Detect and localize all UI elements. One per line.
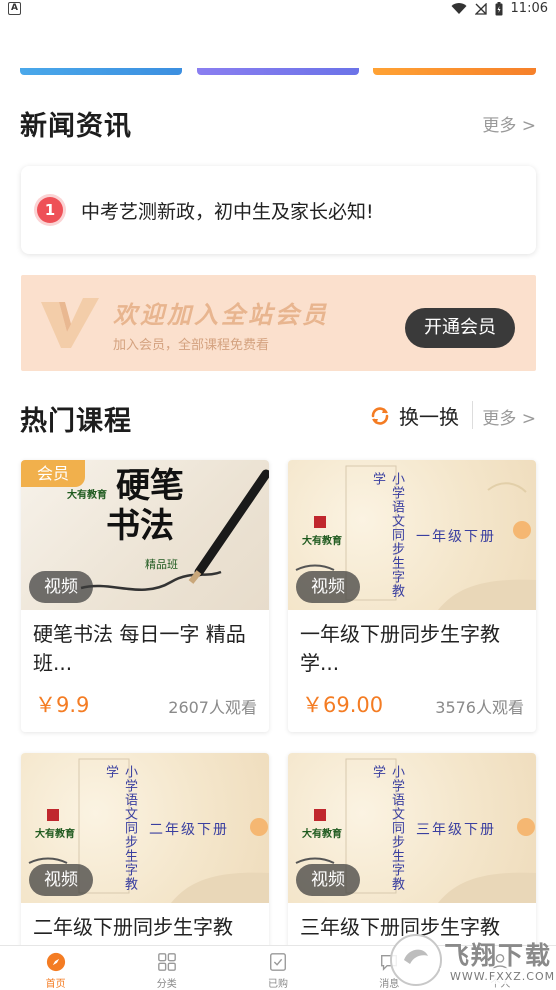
news-index-badge: 1: [37, 197, 63, 223]
course-card[interactable]: 硬笔 书法 精品班 大有教育 会员 视频 硬笔书法 每日一字 精品班... ￥9…: [21, 460, 269, 732]
thumb-brand-text: 大有教育: [35, 829, 75, 840]
open-membership-button[interactable]: 开通会员: [405, 308, 515, 348]
courses-more-link[interactable]: 更多 >: [482, 404, 536, 429]
thumb-vertical-text: 小学语文同步生字教学: [370, 472, 404, 598]
news-item[interactable]: 1 中考艺测新政，初中生及家长必知!: [21, 166, 536, 254]
video-badge: 视频: [29, 864, 93, 896]
video-badge: 视频: [296, 864, 360, 896]
compass-icon: [46, 952, 65, 972]
member-banner[interactable]: 欢迎加入全站会员 加入会员，全部课程免费看 开通会员: [21, 275, 536, 371]
course-thumbnail: 大有教育 小学语文同步生字教学 二年级下册 视频: [21, 753, 269, 903]
course-views: 2607人观看: [168, 698, 257, 717]
tab-label: 分类: [156, 979, 177, 990]
watermark-brand: 飞翔下载: [444, 941, 553, 970]
refresh-label: 换一换: [399, 405, 459, 429]
course-views: 3576人观看: [435, 698, 524, 717]
category-card-edge-blue[interactable]: [20, 68, 182, 75]
course-title: 二年级下册同步生字教: [33, 915, 233, 939]
thumb-vertical-text: 小学语文同步生字教学: [370, 765, 404, 891]
watermark-url: WWW.FXXZ.COM: [450, 970, 556, 983]
notification-app-icon: A: [8, 2, 21, 15]
member-banner-subtitle: 加入会员，全部课程免费看: [113, 338, 270, 353]
thumb-brand-text: 大有教育: [302, 536, 342, 547]
course-card[interactable]: 大有教育 小学语文同步生字教学 一年级下册 视频 一年级下册同步生字教学... …: [288, 460, 536, 732]
tab-category[interactable]: 分类: [111, 946, 222, 990]
purchased-icon: [270, 953, 286, 971]
course-thumbnail: 硬笔 书法 精品班 大有教育 会员 视频: [21, 460, 269, 610]
course-thumbnail: 大有教育 小学语文同步生字教学 一年级下册 视频: [288, 460, 536, 610]
video-badge: 视频: [296, 571, 360, 603]
thumb-calligraphy-sub: 精品班: [145, 558, 178, 571]
thumb-brand-text: 大有教育: [302, 829, 342, 840]
tab-home[interactable]: 首页: [0, 946, 111, 990]
header-divider: [472, 401, 473, 429]
member-banner-title: 欢迎加入全站会员: [113, 301, 329, 329]
status-bar: A 11:06: [0, 0, 556, 18]
news-more-link[interactable]: 更多 >: [482, 111, 536, 136]
hot-courses-section-title: 热门课程: [20, 406, 132, 437]
course-price: ￥9.9: [35, 693, 90, 717]
vip-v-logo-icon: [41, 298, 99, 348]
thumb-grade-text: 一年级下册: [416, 529, 496, 545]
wifi-icon: [451, 2, 467, 14]
member-tag: 会员: [21, 460, 85, 487]
refresh-courses-button[interactable]: 换一换: [369, 401, 459, 430]
tab-purchased[interactable]: 已购: [222, 946, 333, 990]
category-card-edge-purple[interactable]: [197, 68, 359, 75]
tab-label: 已购: [268, 979, 288, 990]
course-title: 一年级下册同步生字教学...: [300, 622, 500, 675]
category-card-edge-orange[interactable]: [373, 68, 536, 75]
news-headline: 中考艺测新政，初中生及家长必知!: [81, 201, 374, 223]
course-price: ￥69.00: [302, 693, 384, 717]
thumb-calligraphy-line2: 书法: [106, 506, 174, 546]
no-signal-icon: [474, 2, 487, 15]
tab-label: 首页: [45, 979, 66, 990]
status-time: 11:06: [510, 1, 548, 16]
battery-icon: [495, 1, 503, 15]
grid-icon: [157, 953, 176, 971]
course-thumbnail: 大有教育 小学语文同步生字教学 三年级下册 视频: [288, 753, 536, 903]
thumb-vertical-text: 小学语文同步生字教学: [103, 765, 137, 891]
thumb-grade-text: 三年级下册: [416, 822, 496, 838]
thumb-brand-text: 大有教育: [67, 490, 107, 501]
news-section-title: 新闻资讯: [20, 111, 132, 142]
thumb-grade-text: 二年级下册: [149, 822, 229, 838]
site-watermark: 飞翔下载 WWW.FXXZ.COM: [388, 930, 556, 988]
refresh-icon: [371, 406, 389, 425]
thumb-calligraphy-line1: 硬笔: [116, 466, 184, 506]
video-badge: 视频: [29, 571, 93, 603]
course-title: 硬笔书法 每日一字 精品班...: [33, 622, 246, 675]
